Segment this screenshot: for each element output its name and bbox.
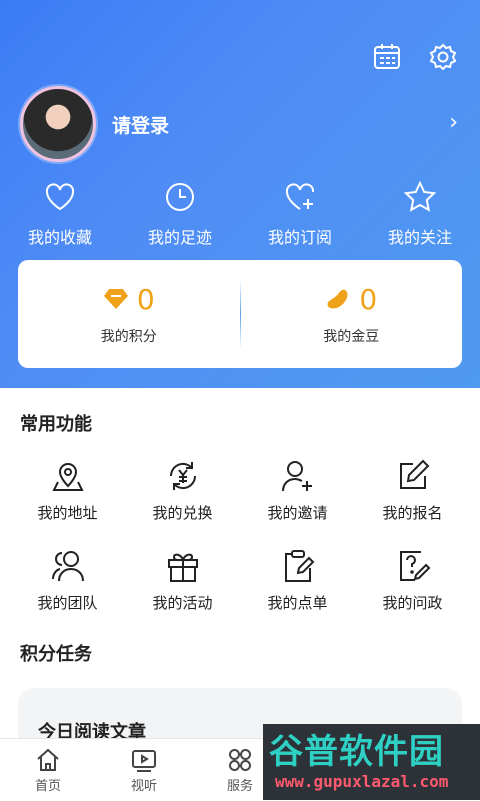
grid-item-label: 我的问政 (382, 594, 443, 612)
grid-item-team[interactable]: 我的团队 (10, 548, 125, 638)
watermark-title: 谷普软件园 (269, 732, 444, 772)
clock-icon (166, 183, 194, 211)
grid-item-invite[interactable]: 我的邀请 (240, 458, 355, 548)
grid-item-label: 我的邀请 (267, 504, 328, 522)
points-label: 我的积分 (100, 328, 157, 345)
team-icon (51, 551, 84, 582)
clipboard-edit-icon (284, 550, 314, 582)
grid-item-signup[interactable]: 我的报名 (355, 458, 470, 548)
common-functions-grid: 我的地址 我的兑换 我的邀请 我的报名 我的团队 我的活动 我的点单 我的问政 (10, 458, 470, 638)
beans-value: 0 (359, 282, 378, 316)
point-tasks-title: 积分任务 (20, 644, 92, 665)
stats-card: 0 我的积分 0 我的金豆 (18, 260, 462, 368)
grid-item-label: 我的兑换 (152, 504, 213, 522)
grid-item-label: 我的报名 (382, 504, 443, 522)
grid-item-activity[interactable]: 我的活动 (125, 548, 240, 638)
beans-label: 我的金豆 (323, 328, 380, 345)
grid-item-orders[interactable]: 我的点单 (240, 548, 355, 638)
grid-item-label: 我的团队 (37, 594, 98, 612)
header-actions (372, 42, 458, 72)
edit-icon (399, 459, 429, 489)
main-content: 常用功能 我的地址 我的兑换 我的邀请 我的报名 我的团队 我的活动 我的点单 … (0, 388, 480, 768)
profile-header: 请登录 › 我的收藏 我的足迹 我的订阅 我的关注 0 我的积分 0 我的金豆 (0, 0, 480, 388)
watermark-url: www.gupuxlazal.com (275, 772, 449, 791)
points-value: 0 (136, 282, 155, 316)
quick-link-favorites[interactable]: 我的收藏 (0, 176, 120, 248)
grid-item-label: 我的点单 (267, 594, 328, 612)
home-icon (37, 748, 59, 771)
question-edit-icon (399, 551, 430, 581)
quick-link-label: 我的关注 (387, 228, 452, 247)
chevron-right-icon[interactable]: › (449, 110, 458, 135)
location-icon (51, 463, 84, 491)
quick-link-subscriptions[interactable]: 我的订阅 (240, 176, 360, 248)
grid-item-label: 我的活动 (152, 594, 213, 612)
apps-icon (229, 749, 251, 771)
watermark: 谷普软件园 www.gupuxlazal.com (263, 724, 480, 800)
exchange-icon (169, 462, 196, 490)
diamond-icon (103, 289, 128, 309)
login-link[interactable]: 请登录 (112, 111, 169, 138)
grid-item-label: 我的地址 (37, 504, 98, 522)
quick-link-label: 我的收藏 (27, 228, 92, 247)
add-user-icon (281, 461, 312, 492)
tab-label: 首页 (34, 779, 61, 794)
quick-links: 我的收藏 我的足迹 我的订阅 我的关注 (0, 176, 480, 248)
tab-video[interactable]: 视听 (96, 739, 192, 801)
tab-label: 视听 (130, 779, 157, 794)
common-functions-title: 常用功能 (20, 414, 92, 435)
quick-link-following[interactable]: 我的关注 (360, 176, 480, 248)
quick-link-label: 我的订阅 (267, 228, 332, 247)
video-icon (132, 750, 156, 772)
grid-item-inquiry[interactable]: 我的问政 (355, 548, 470, 638)
grid-item-address[interactable]: 我的地址 (10, 458, 125, 548)
gear-icon[interactable] (428, 42, 458, 72)
points-stat[interactable]: 0 我的积分 (18, 283, 240, 346)
user-profile[interactable]: 请登录 (20, 86, 169, 162)
gift-icon (167, 553, 198, 582)
quick-link-label: 我的足迹 (147, 228, 212, 247)
heart-icon (45, 183, 75, 211)
grid-item-exchange[interactable]: 我的兑换 (125, 458, 240, 548)
bean-icon (327, 289, 348, 309)
heart-plus-icon (285, 183, 315, 210)
quick-link-history[interactable]: 我的足迹 (120, 176, 240, 248)
avatar[interactable] (20, 86, 96, 162)
calendar-icon[interactable] (372, 42, 402, 72)
star-icon (403, 180, 437, 212)
beans-stat[interactable]: 0 我的金豆 (241, 283, 463, 346)
tab-home[interactable]: 首页 (0, 739, 96, 801)
